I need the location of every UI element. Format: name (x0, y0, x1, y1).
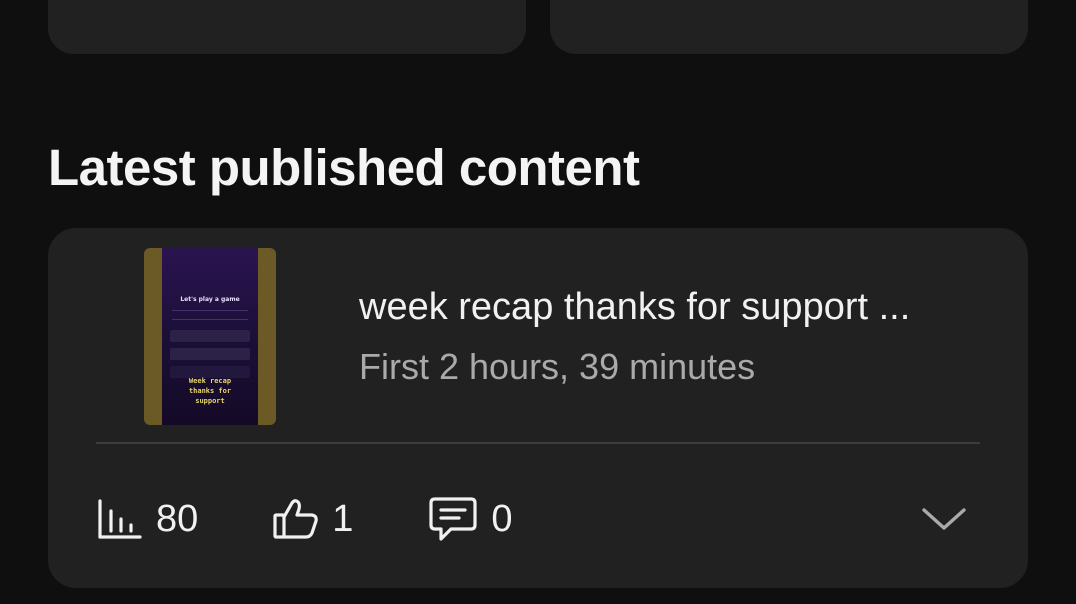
page: Latest published content Let's play a ga… (0, 0, 1076, 604)
section-title: Latest published content (48, 139, 640, 196)
comments-count: 0 (491, 497, 513, 540)
comments-stat: 0 (427, 495, 513, 543)
thumbnail-image: Let's play a game Week recap thanks for … (162, 248, 258, 425)
stats-row: 80 1 0 (96, 492, 587, 546)
thumbnail-subtitle-lines (172, 310, 248, 320)
latest-content-card[interactable]: Let's play a game Week recap thanks for … (48, 228, 1028, 588)
bar-chart-icon (96, 497, 144, 541)
thumbs-up-icon (272, 497, 320, 541)
top-card-right[interactable] (550, 0, 1028, 54)
expand-button[interactable] (916, 498, 972, 542)
likes-count: 1 (332, 497, 354, 540)
video-meta: First 2 hours, 39 minutes (359, 346, 756, 387)
thumbnail-option (170, 330, 250, 342)
divider (96, 442, 980, 444)
thumbnail-option (170, 348, 250, 360)
views-count: 80 (156, 497, 199, 540)
thumbnail-caption: Week recap thanks for support (188, 377, 232, 405)
video-thumbnail[interactable]: Let's play a game Week recap thanks for … (144, 248, 276, 425)
top-card-left[interactable] (48, 0, 526, 54)
video-title[interactable]: week recap thanks for support ... (359, 286, 979, 329)
chevron-down-icon (920, 504, 968, 537)
thumbnail-heading: Let's play a game (180, 296, 240, 303)
likes-stat: 1 (272, 497, 353, 541)
views-stat: 80 (96, 497, 198, 541)
comment-icon (427, 495, 479, 543)
